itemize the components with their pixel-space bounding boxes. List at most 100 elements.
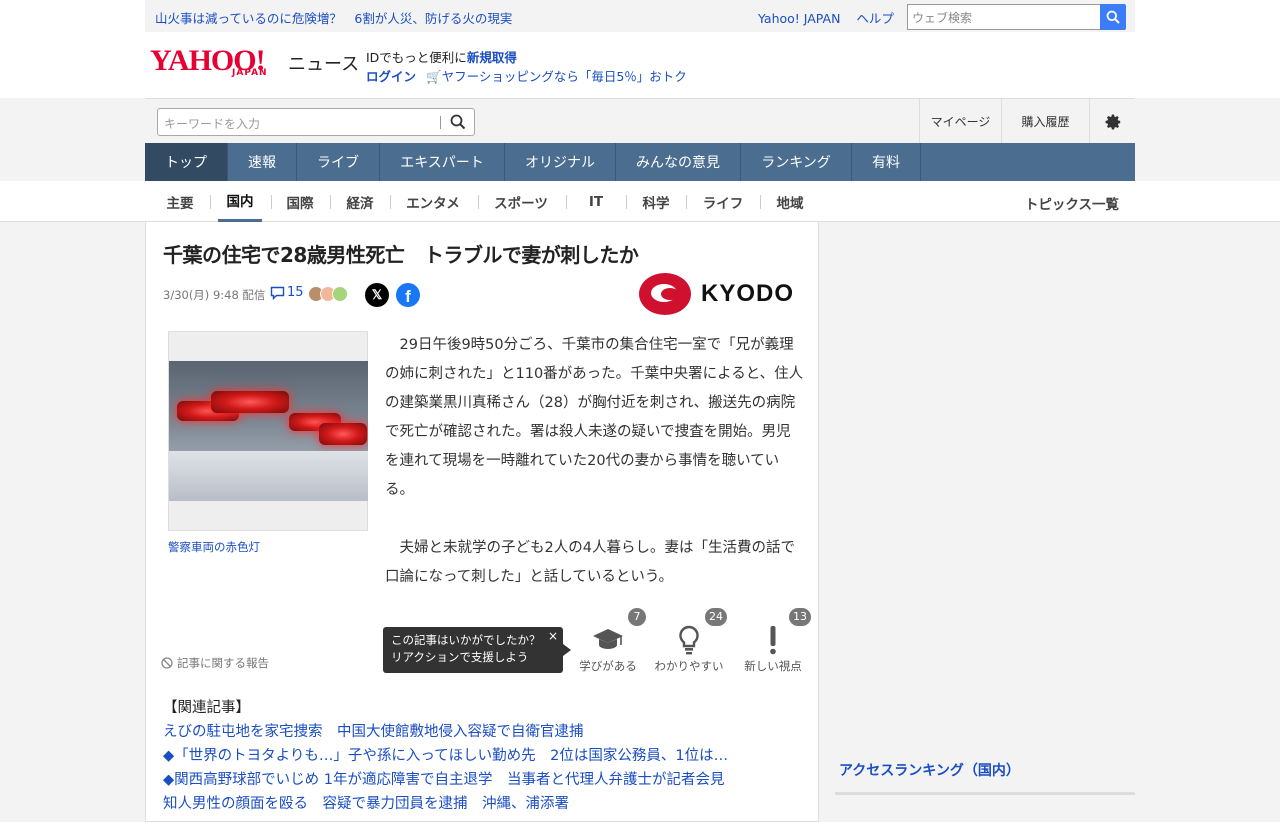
report-link[interactable]: 記事に関する報告 <box>161 655 269 671</box>
nav-live[interactable]: ライブ <box>297 143 380 181</box>
tooltip-line: この記事はいかがでしたか？ <box>391 633 541 647</box>
article-title: 千葉の住宅で28歳男性死亡 トラブルで妻が刺したか <box>163 243 639 267</box>
nav-top[interactable]: トップ <box>145 143 228 181</box>
nav-expert[interactable]: エキスパート <box>380 143 505 181</box>
article-body: 29日午後9時50分ごろ、千葉市の集合住宅一室で「兄が義理の姉に刺された」と11… <box>385 331 805 621</box>
signup-link[interactable]: 新規取得 <box>467 50 517 65</box>
reaction-label: 新しい視点 <box>744 659 802 673</box>
source-logo-text: KYODO <box>701 280 795 307</box>
report-label: 記事に関する報告 <box>177 656 269 670</box>
article: 千葉の住宅で28歳男性死亡 トラブルで妻が刺したか 3/30(月) 9:48 配… <box>145 222 819 822</box>
article-photo[interactable] <box>168 331 368 531</box>
subnav-it[interactable]: IT <box>576 181 616 222</box>
purchase-history-link[interactable]: 購入履歴 <box>1001 99 1089 144</box>
article-paragraph: 夫婦と未就学の子ども2人の4人暮らし。妻は「生活費の話で口論になって刺した」と話… <box>385 540 795 585</box>
top-bar: 山火事は減っているのに危険増？ 6割が人災、防げる火の現実 Yahoo! JAP… <box>145 0 1135 32</box>
subnav-entertainment[interactable]: エンタメ <box>398 181 468 222</box>
logo-sub: JAPAN <box>232 68 268 78</box>
reaction-label: わかりやすい <box>654 659 724 673</box>
commenter-avatars <box>308 286 348 302</box>
source-logo[interactable]: KYODO <box>639 273 794 315</box>
sidebar-ranking: アクセスランキング（国内） <box>835 760 1135 795</box>
share-facebook-button[interactable]: f <box>396 283 420 307</box>
article-paragraph: 29日午後9時50分ごろ、千葉市の集合住宅一室で「兄が義理の姉に刺された」と11… <box>385 337 804 498</box>
ranking-title[interactable]: アクセスランキング（国内） <box>835 760 1135 780</box>
login-link[interactable]: ログイン <box>366 69 416 84</box>
exclamation-icon <box>770 626 776 655</box>
settings-button[interactable] <box>1089 99 1135 144</box>
yahoo-news-logo[interactable]: YAHOO! JAPAN ニュース <box>150 46 359 79</box>
reaction-count: 7 <box>628 608 646 626</box>
sub-nav: 主要 国内 国際 経済 エンタメ スポーツ IT 科学 ライフ 地域 トピックス… <box>145 181 1135 222</box>
photo-caption[interactable]: 警察車両の赤色灯 <box>168 539 260 555</box>
subnav-science[interactable]: 科学 <box>634 181 678 222</box>
subnav-divider <box>626 195 627 209</box>
subnav-divider <box>760 195 761 209</box>
topics-all-link[interactable]: トピックス一覧 <box>1025 193 1119 213</box>
reaction-learn[interactable]: 7 学びがある <box>571 608 646 674</box>
logo-service: ニュース <box>288 54 360 75</box>
graduation-cap-icon <box>593 629 623 649</box>
user-menu: マイページ 購入履歴 <box>919 99 1135 144</box>
subnav-divider <box>478 195 479 209</box>
keyword-search-input[interactable]: キーワードを入力 <box>157 108 475 136</box>
subnav-life[interactable]: ライフ <box>694 181 752 222</box>
comment-count: 15 <box>287 285 304 300</box>
subnav-divider <box>271 195 272 209</box>
account-area: IDでもっと便利に新規取得 ログイン 🛒ヤフーショッピングなら「毎日5％」おトク <box>366 48 687 86</box>
subnav-domestic[interactable]: 国内 <box>218 181 262 222</box>
subnav-economy[interactable]: 経済 <box>338 181 382 222</box>
nav-original[interactable]: オリジナル <box>505 143 616 181</box>
nav-breaking[interactable]: 速報 <box>228 143 297 181</box>
reaction-count: 24 <box>705 608 727 626</box>
avatar <box>332 286 348 302</box>
article-date: 3/30(月) 9:48 配信 <box>163 288 266 302</box>
top-headline-link[interactable]: 山火事は減っているのに危険増？ 6割が人災、防げる火の現実 <box>155 8 512 27</box>
tooltip-line: リアクションで支援しよう <box>391 650 529 664</box>
cart-icon: 🛒 <box>426 69 442 84</box>
related-link[interactable]: ◆関西高野球部でいじめ 1年が適応障害で自主退学 当事者と代理人弁護士が記者会見 <box>163 768 728 792</box>
search-icon <box>1106 10 1120 24</box>
related-link[interactable]: えびの駐屯地を家宅捜索 中国大使館敷地侵入容疑で自衛官逮捕 <box>163 720 728 744</box>
mypage-link[interactable]: マイページ <box>919 99 1001 144</box>
search-divider <box>440 116 441 129</box>
reaction-understandable[interactable]: 24 わかりやすい <box>649 608 729 674</box>
related-link[interactable]: 知人男性の顔面を殴る 容疑で暴力団員を逮捕 沖縄、浦添署 <box>163 792 728 816</box>
web-search-input[interactable]: ウェブ検索 <box>907 4 1101 30</box>
comment-icon <box>270 286 285 300</box>
kyodo-mark-icon <box>639 273 691 315</box>
reaction-tooltip: この記事はいかがでしたか？ リアクションで支援しよう × <box>383 627 571 673</box>
nav-ranking[interactable]: ランキング <box>741 143 852 181</box>
nav-paid[interactable]: 有料 <box>852 143 921 181</box>
web-search-button[interactable] <box>1100 4 1126 30</box>
subnav-divider <box>330 195 331 209</box>
subnav-divider <box>390 195 391 209</box>
subnav-sports[interactable]: スポーツ <box>486 181 556 222</box>
subnav-region[interactable]: 地域 <box>768 181 812 222</box>
subnav-divider <box>566 195 567 209</box>
subnav-divider <box>210 195 211 209</box>
shopping-promo-link[interactable]: ヤフーショッピングなら「毎日5％」おトク <box>442 69 687 84</box>
related-header: 【関連記事】 <box>163 700 250 716</box>
ranking-divider <box>835 792 1135 795</box>
comment-link[interactable]: 15 <box>270 285 304 300</box>
reaction-label: 学びがある <box>579 659 637 673</box>
related-articles: 【関連記事】 えびの駐屯地を家宅捜索 中国大使館敷地侵入容疑で自衛官逮捕 ◆「世… <box>163 696 728 816</box>
keyword-placeholder: キーワードを入力 <box>164 117 261 131</box>
search-bar: キーワードを入力 マイページ 購入履歴 <box>145 98 1135 144</box>
subnav-main[interactable]: 主要 <box>159 181 201 222</box>
subnav-international[interactable]: 国際 <box>279 181 321 222</box>
prohibited-icon <box>161 657 173 669</box>
yahoo-japan-link[interactable]: Yahoo! JAPAN <box>758 11 840 26</box>
lightbulb-icon <box>679 625 699 655</box>
police-light-image <box>169 361 368 501</box>
reaction-new-perspective[interactable]: 13 新しい視点 <box>736 608 811 674</box>
main-nav: トップ 速報 ライブ エキスパート オリジナル みんなの意見 ランキング 有料 <box>145 143 1135 181</box>
share-x-button[interactable]: 𝕏 <box>365 283 389 307</box>
help-link[interactable]: ヘルプ <box>856 11 894 26</box>
nav-opinions[interactable]: みんなの意見 <box>616 143 741 181</box>
top-links: Yahoo! JAPAN ヘルプ <box>758 8 906 27</box>
tooltip-close-button[interactable]: × <box>548 628 558 645</box>
related-link[interactable]: ◆「世界のトヨタよりも…」子や孫に入ってほしい勤め先 2位は国家公務員、1位は… <box>163 744 728 768</box>
search-icon[interactable] <box>450 114 466 134</box>
